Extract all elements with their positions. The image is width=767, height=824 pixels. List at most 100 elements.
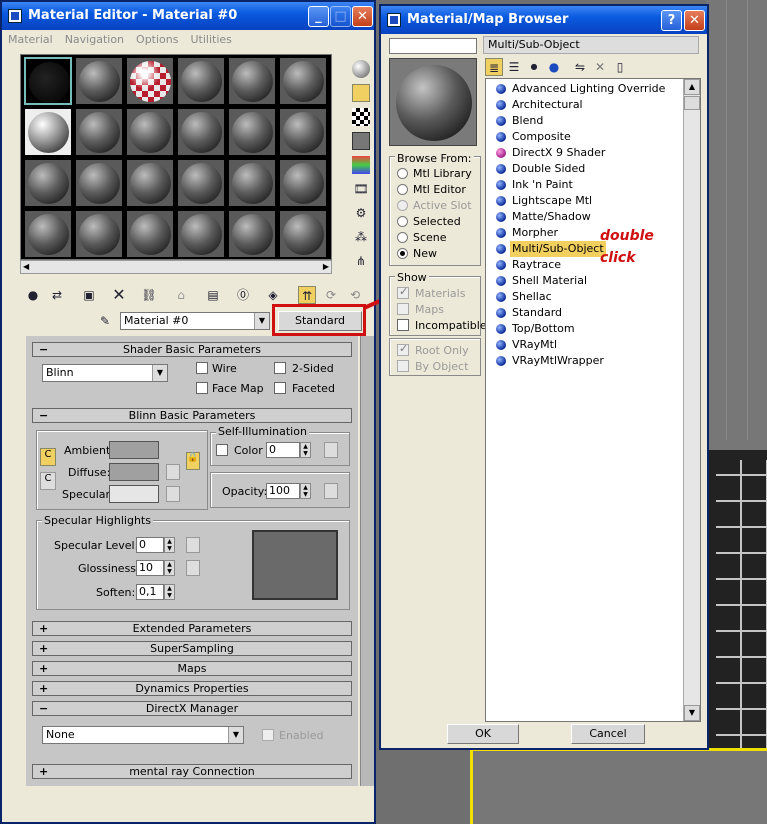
directx-shader-dropdown[interactable]: None ▼ [42,726,244,744]
directx-enabled-checkbox[interactable] [262,729,274,741]
sample-slot[interactable] [75,57,123,105]
put-to-scene-icon[interactable]: ⇄ [48,286,66,304]
scroll-right-arrow-icon[interactable]: ▶ [323,262,329,271]
scroll-thumb[interactable] [684,96,700,110]
view-large-icons-icon[interactable]: ● [545,58,563,76]
lock-icon[interactable]: 🔒 [186,452,200,470]
self-illum-color-checkbox[interactable] [216,444,228,456]
update-scene-materials-icon[interactable]: ⇋ [571,58,589,76]
eyedropper-icon[interactable]: ✎ [96,312,114,330]
sample-slot[interactable] [24,210,72,258]
directx-manager-header[interactable]: − DirectX Manager [32,701,352,716]
menu-navigation[interactable]: Navigation [59,30,130,49]
radio-mtl-library[interactable] [397,168,408,179]
specular-level-map-button[interactable] [186,537,200,553]
clear-material-library-icon[interactable]: ▯ [611,58,629,76]
go-forward-to-sibling-icon[interactable]: ⟳ [322,286,340,304]
sample-slot[interactable] [75,108,123,156]
sample-slot[interactable] [177,57,225,105]
material-name-dropdown-arrow-icon[interactable]: ▼ [254,313,269,329]
self-illum-value[interactable]: 0 [266,442,300,458]
opacity-map-button[interactable] [324,483,338,499]
shader-dropdown[interactable]: Blinn ▼ [42,364,168,382]
extended-parameters-header[interactable]: + Extended Parameters [32,621,352,636]
sample-slot[interactable] [177,210,225,258]
material-list-scrollbar[interactable]: ▲ ▼ [683,79,700,721]
scroll-left-arrow-icon[interactable]: ◀ [23,262,29,271]
menu-options[interactable]: Options [130,30,184,49]
specular-map-button[interactable] [166,486,180,502]
two-sided-checkbox[interactable] [274,362,286,374]
browser-cancel-button[interactable]: Cancel [571,724,645,744]
menu-material[interactable]: Material [2,30,59,49]
specular-level-value[interactable]: 0 [136,537,164,553]
maps-header[interactable]: + Maps [32,661,352,676]
view-list-icon[interactable]: ≣ [485,58,503,76]
soften-value[interactable]: 0,1 [136,584,164,600]
view-list-icons-icon[interactable]: ☰ [505,58,523,76]
reset-map-icon[interactable]: ✕ [110,286,128,304]
sample-slot[interactable] [126,159,174,207]
sample-slot[interactable] [228,210,276,258]
sample-slot[interactable] [75,159,123,207]
sample-slot[interactable] [177,108,225,156]
by-object-checkbox[interactable] [397,360,409,372]
assign-to-selection-icon[interactable]: ▣ [80,286,98,304]
face-map-checkbox[interactable] [196,382,208,394]
menu-utilities[interactable]: Utilities [184,30,237,49]
material-name-field[interactable]: Material #0 ▼ [120,312,270,330]
show-map-in-viewport-icon[interactable]: ⓪ [234,286,252,304]
show-incompatible-checkbox[interactable] [397,319,409,331]
opacity-value[interactable]: 100 [266,483,300,499]
glossiness-value[interactable]: 10 [136,560,164,576]
rollout-scrollbar[interactable] [360,336,374,786]
self-illum-spinner-arrows[interactable]: ▲ ▼ [300,442,311,458]
browser-search-input[interactable] [389,38,477,54]
sample-slot[interactable] [75,210,123,258]
sample-slot[interactable] [126,57,174,105]
sample-slot[interactable] [24,108,72,156]
browser-ok-button[interactable]: OK [447,724,519,744]
sample-uv-tiling-icon[interactable] [352,132,370,150]
glossiness-spinner-arrows[interactable]: ▲ ▼ [164,560,175,576]
put-to-library-icon[interactable]: ⌂ [172,286,190,304]
sample-slot[interactable] [279,57,327,105]
sample-slot-active[interactable] [24,57,72,105]
specular-level-spinner-arrows[interactable]: ▲ ▼ [164,537,175,553]
make-preview-icon[interactable]: 🎞 [352,180,370,198]
diffuse-map-button[interactable] [166,464,180,480]
wire-checkbox[interactable] [196,362,208,374]
radio-mtl-editor[interactable] [397,184,408,195]
show-materials-checkbox[interactable] [397,285,409,299]
view-small-icons-icon[interactable]: ● [525,58,543,76]
maximize-button[interactable]: □ [330,6,351,27]
material-editor-titlebar[interactable]: Material Editor - Material #0 _ □ ✕ [2,2,374,30]
radio-scene[interactable] [397,232,408,243]
sample-type-icon[interactable] [352,60,370,78]
background-checker-icon[interactable] [352,108,370,126]
shader-basic-params-header[interactable]: − Shader Basic Parameters [32,342,352,357]
sample-slot[interactable] [279,210,327,258]
self-illum-map-button[interactable] [324,442,338,458]
go-to-parent-icon[interactable]: ⇈ [298,286,316,304]
lock-diffuse-specular-button[interactable]: C [40,472,56,490]
root-only-checkbox[interactable] [397,342,409,356]
specular-color-swatch[interactable] [109,485,159,503]
sample-slot[interactable] [126,108,174,156]
mental-ray-connection-header[interactable]: + mental ray Connection [32,764,352,779]
radio-active-slot[interactable] [397,200,408,211]
make-unique-icon[interactable]: ⛓ [140,286,158,304]
video-color-check-icon[interactable] [352,156,370,174]
minimize-button[interactable]: _ [308,6,329,27]
scroll-up-arrow-icon[interactable]: ▲ [684,79,700,95]
show-end-result-icon[interactable]: ◈ [264,286,282,304]
material-effects-channel-icon[interactable]: ▤ [204,286,222,304]
sample-slot[interactable] [228,57,276,105]
supersampling-header[interactable]: + SuperSampling [32,641,352,656]
backlight-icon[interactable] [352,84,370,102]
faceted-checkbox[interactable] [274,382,286,394]
close-button[interactable]: ✕ [352,6,373,27]
sample-slot[interactable] [228,159,276,207]
sample-slot[interactable] [279,108,327,156]
show-maps-checkbox[interactable] [397,303,409,315]
